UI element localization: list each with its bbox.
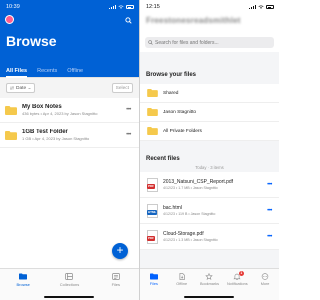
sort-label: Date	[16, 85, 27, 91]
more-options-icon[interactable]: •••	[124, 132, 133, 138]
wifi-icon	[118, 5, 124, 9]
search-icon[interactable]	[125, 17, 132, 24]
status-time: 12:15	[146, 4, 160, 10]
recent-section-title: Recent files	[146, 156, 180, 162]
search-icon	[148, 40, 153, 45]
add-button[interactable]: +	[112, 243, 128, 259]
list-item[interactable]: PDF Cloud-Storage.pdf 4/12/23 • 1.3 MB •…	[140, 224, 279, 250]
box-app-screen: 10:39 Browse All Files Recents Offline D…	[0, 0, 139, 300]
status-time: 10:39	[6, 4, 20, 10]
page-title: Browse	[6, 33, 57, 49]
notification-badge: 1	[238, 271, 244, 276]
home-indicator	[44, 296, 94, 298]
tab-offline[interactable]: Offline	[67, 64, 83, 78]
list-item[interactable]: All Private Folders	[140, 122, 279, 141]
dropbox-app-screen: 12:15 Freestonesreadsmithlet Browse your…	[140, 0, 279, 300]
file-meta: 4/12/23 • 1.3 MB • Jason Stagnitto	[163, 238, 218, 242]
nav-label: More	[260, 282, 270, 286]
select-button[interactable]: Select	[111, 83, 133, 93]
pdf-file-icon: PDF	[147, 177, 158, 192]
folder-list: Shared Jason Stagnitto All Private Folde…	[140, 84, 279, 141]
star-icon	[205, 273, 214, 280]
nav-label: Files	[149, 282, 158, 286]
folder-name: Jason Stagnitto	[163, 109, 197, 115]
files-icon	[149, 273, 158, 280]
folder-icon	[5, 105, 17, 115]
file-list: My Box Notes 436 bytes • Apr 4, 2023 by …	[0, 98, 139, 148]
offline-icon	[179, 273, 185, 280]
item-name: 1GB Test Folder	[22, 129, 68, 135]
nav-more[interactable]: More	[253, 273, 278, 300]
status-icons	[109, 5, 134, 9]
item-name: My Box Notes	[22, 104, 62, 110]
nav-label: Notifications	[226, 282, 248, 286]
battery-icon	[126, 5, 134, 9]
item-meta: 436 bytes • Apr 4, 2023 by Jason Stagnit…	[22, 111, 98, 116]
sort-icon	[10, 86, 14, 90]
pdf-file-icon: PDF	[147, 229, 158, 244]
more-options-icon[interactable]: •••	[124, 107, 133, 113]
status-bar: 10:39	[6, 3, 134, 11]
list-toolbar: Date Select	[0, 78, 139, 98]
home-indicator	[184, 296, 234, 298]
more-options-icon[interactable]: •••	[265, 182, 274, 188]
status-icons	[249, 5, 274, 9]
list-item[interactable]: My Box Notes 436 bytes • Apr 4, 2023 by …	[0, 98, 139, 123]
folder-name: Shared	[163, 90, 179, 96]
more-options-icon[interactable]: •••	[265, 234, 274, 240]
folder-icon	[147, 89, 158, 97]
file-type-badge: PDF	[147, 235, 155, 241]
dropbox-header: 12:15 Freestonesreadsmithlet	[140, 0, 279, 52]
file-meta: 4/12/23 • 119 B • Jason Stagnitto	[163, 212, 216, 216]
account-name: Freestonesreadsmithlet	[146, 16, 241, 25]
html-file-icon: HTML	[147, 203, 158, 218]
browse-section-title: Browse your files	[146, 72, 197, 78]
folder-name: All Private Folders	[163, 128, 202, 134]
file-type-badge: HTML	[147, 209, 158, 215]
nav-browse[interactable]: Browse	[7, 273, 39, 300]
folder-icon	[147, 108, 158, 116]
nav-label: Browse	[16, 282, 30, 287]
signal-icon	[109, 5, 116, 9]
item-meta: 1 GB • Apr 4, 2023 by Jason Stagnitto	[22, 136, 90, 141]
tab-bar: All Files Recents Offline	[0, 64, 139, 78]
avatar[interactable]	[5, 15, 14, 24]
box-header: 10:39 Browse	[0, 0, 139, 64]
date-group-label: Today · 3 items	[140, 164, 279, 172]
nav-files[interactable]: Files	[141, 273, 166, 300]
status-bar: 12:15	[146, 3, 274, 11]
nav-label: Collections	[59, 282, 80, 287]
more-icon	[261, 273, 269, 280]
wifi-icon	[258, 5, 264, 9]
tab-recents[interactable]: Recents	[37, 64, 57, 78]
list-item[interactable]: PDF 2013_Natsuni_CSP_Report.pdf 4/12/23 …	[140, 172, 279, 198]
chevron-down-icon	[28, 87, 31, 89]
file-type-badge: PDF	[147, 183, 155, 189]
list-item[interactable]: Jason Stagnitto	[140, 103, 279, 122]
folder-icon	[19, 273, 28, 280]
nav-files[interactable]: Files	[100, 273, 132, 300]
file-meta: 4/12/23 • 1.7 MB • Jason Stagnitto	[163, 186, 218, 190]
more-options-icon[interactable]: •••	[265, 208, 274, 214]
nav-label: Bookmarks	[199, 282, 219, 286]
nav-label: Files	[111, 282, 121, 287]
collections-icon	[65, 273, 74, 280]
search-input[interactable]	[155, 39, 265, 46]
folder-icon	[5, 130, 17, 140]
recent-list: Today · 3 items PDF 2013_Natsuni_CSP_Rep…	[140, 164, 279, 250]
battery-icon	[266, 5, 274, 9]
list-item[interactable]: HTML bac.html 4/12/23 • 119 B • Jason St…	[140, 198, 279, 224]
search-bar[interactable]	[145, 37, 274, 48]
files-icon	[112, 273, 120, 280]
file-name: Cloud-Storage.pdf	[163, 231, 204, 237]
list-item[interactable]: Shared	[140, 84, 279, 103]
file-name: bac.html	[163, 205, 182, 211]
signal-icon	[249, 5, 256, 9]
folder-icon	[147, 127, 158, 135]
list-item[interactable]: 1GB Test Folder 1 GB • Apr 4, 2023 by Ja…	[0, 123, 139, 148]
nav-label: Offline	[176, 282, 188, 286]
file-name: 2013_Natsuni_CSP_Report.pdf	[163, 179, 234, 185]
sort-button[interactable]: Date	[6, 83, 36, 93]
tab-all-files[interactable]: All Files	[6, 64, 28, 78]
